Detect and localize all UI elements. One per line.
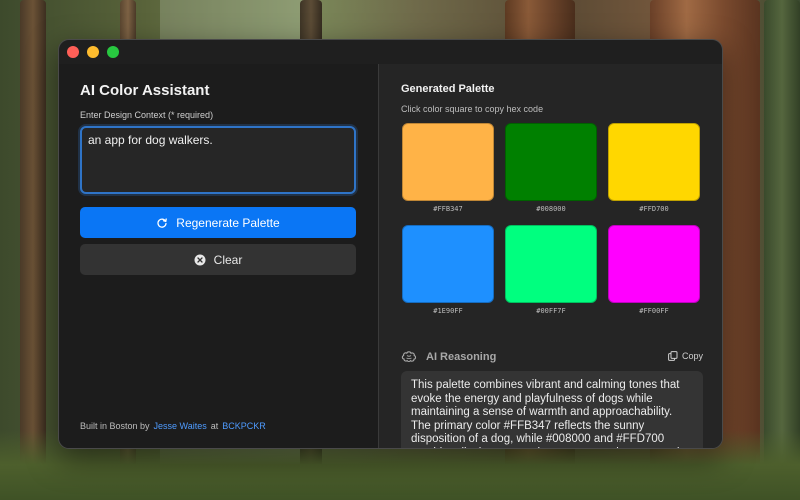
swatch-cell: #1E90FF [402,225,494,315]
footer-credit: Built in Boston by Jesse Waites at BCKPC… [80,421,266,431]
regenerate-label: Regenerate Palette [176,215,280,230]
color-swatch[interactable] [402,225,494,303]
color-swatch[interactable] [402,123,494,201]
swatch-cell: #008000 [505,123,597,213]
hex-label: #FFD700 [639,205,669,213]
right-panel: Generated Palette Click color square to … [379,64,722,448]
regenerate-palette-button[interactable]: Regenerate Palette [80,207,356,238]
swatch-cell: #FFD700 [608,123,700,213]
left-panel: AI Color Assistant Enter Design Context … [59,64,378,448]
color-swatch[interactable] [505,225,597,303]
copy-label: Copy [681,351,703,361]
copy-icon [668,351,678,361]
reasoning-header: AI Reasoning Copy [401,350,703,366]
window-zoom-button[interactable] [107,46,119,58]
clear-button[interactable]: Clear [80,244,356,275]
refresh-icon [156,217,168,229]
context-label: Enter Design Context (* required) [80,110,214,120]
hex-label: #1E90FF [433,307,463,315]
swatch-cell: #00FF7F [505,225,597,315]
footer-at: at [210,421,219,431]
author-link[interactable]: Jesse Waites [154,421,207,431]
palette-title: Generated Palette [401,83,495,95]
app-title: AI Color Assistant [80,82,210,99]
tree-trunk [20,0,46,500]
window-minimize-button[interactable] [87,46,99,58]
hex-label: #FF00FF [639,307,669,315]
color-swatch[interactable] [505,123,597,201]
hex-label: #008000 [536,205,566,213]
hex-label: #00FF7F [536,307,566,315]
clear-x-circle-icon [194,254,206,266]
hex-label: #FFB347 [433,205,463,213]
copy-reasoning-button[interactable]: Copy [668,351,703,361]
window-close-button[interactable] [67,46,79,58]
app-window: AI Color Assistant Enter Design Context … [58,39,723,449]
palette-hint: Click color square to copy hex code [401,104,544,114]
clear-label: Clear [213,252,243,267]
color-swatch[interactable] [608,123,700,201]
company-link[interactable]: BCKPCKR [222,421,266,431]
swatch-cell: #FFB347 [402,123,494,213]
design-context-input[interactable]: an app for dog walkers. [80,126,356,194]
reasoning-title: AI Reasoning [426,351,497,363]
swatch-cell: #FF00FF [608,225,700,315]
title-bar[interactable] [59,40,722,64]
footer-prefix: Built in Boston by [80,421,150,431]
color-swatch[interactable] [608,225,700,303]
reasoning-text: This palette combines vibrant and calmin… [401,371,703,448]
brain-icon [401,350,417,369]
tree-trunk [764,0,800,500]
